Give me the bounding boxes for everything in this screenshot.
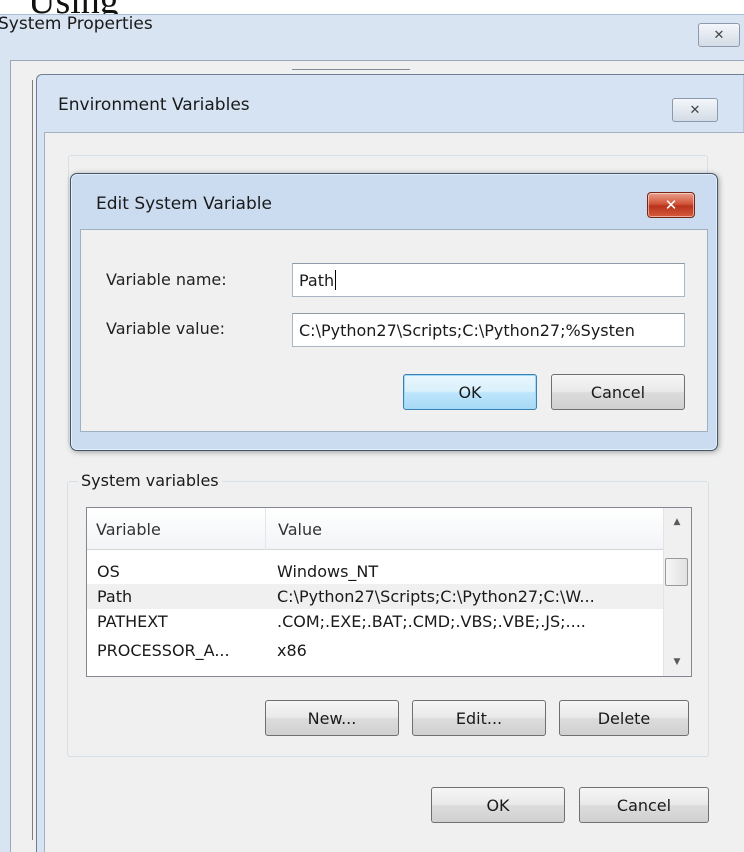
scroll-down-button[interactable]: ▼ [663, 648, 691, 676]
environment-cancel-button[interactable]: Cancel [579, 787, 709, 823]
close-icon: ✕ [713, 27, 725, 43]
edit-dialog-close-button[interactable]: ✕ [647, 192, 695, 218]
edit-ok-button[interactable]: OK [403, 374, 537, 410]
edit-cancel-button[interactable]: Cancel [551, 374, 685, 410]
edit-variable-button[interactable]: Edit... [412, 700, 546, 736]
value-cell: .COM;.EXE;.BAT;.CMD;.VBS;.VBE;.JS;.... [277, 612, 586, 631]
value-cell: C:\Python27\Scripts;C:\Python27;C:\W... [277, 587, 595, 606]
text-caret [335, 270, 337, 290]
new-variable-button[interactable]: New... [265, 700, 399, 736]
variable-cell: PROCESSOR_A... [97, 641, 230, 660]
scrollbar-thumb[interactable] [665, 558, 688, 586]
environment-variables-title: Environment Variables [58, 95, 250, 115]
variable-cell: OS [97, 562, 120, 581]
scroll-up-arrow-icon: ▲ [673, 517, 681, 527]
environment-ok-button[interactable]: OK [431, 787, 565, 823]
table-row[interactable]: PATHEXT .COM;.EXE;.BAT;.CMD;.VBS;.VBE;.J… [87, 609, 663, 634]
system-properties-close-button[interactable]: ✕ [698, 23, 740, 47]
variable-name-text: Path [299, 270, 335, 290]
variable-value-text: C:\Python27\Scripts;C:\Python27;%Systen [299, 320, 635, 340]
edit-dialog-title: Edit System Variable [96, 194, 272, 214]
variable-name-input[interactable]: Path [292, 263, 685, 297]
close-icon: ✕ [689, 102, 701, 118]
system-properties-title: System Properties [0, 14, 153, 34]
scroll-up-button[interactable]: ▲ [663, 508, 691, 536]
variable-value-input[interactable]: C:\Python27\Scripts;C:\Python27;%Systen [292, 313, 685, 347]
window-edge-line [32, 80, 33, 840]
table-row-selected[interactable]: Path C:\Python27\Scripts;C:\Python27;C:\… [87, 584, 663, 609]
close-icon: ✕ [664, 196, 678, 214]
delete-variable-button[interactable]: Delete [559, 700, 689, 736]
table-row[interactable]: OS Windows_NT [87, 559, 663, 584]
column-header-variable[interactable]: Variable [88, 508, 266, 550]
column-header-value[interactable]: Value [266, 508, 663, 550]
variable-value-label: Variable value: [106, 319, 225, 338]
variable-cell: Path [97, 587, 133, 606]
value-cell: Windows_NT [277, 562, 379, 581]
table-row[interactable]: PROCESSOR_A... x86 [87, 638, 663, 663]
scroll-down-arrow-icon: ▼ [673, 657, 681, 667]
value-cell: x86 [277, 641, 307, 660]
system-variables-label: System variables [78, 471, 222, 490]
variable-cell: PATHEXT [97, 612, 168, 631]
variable-name-label: Variable name: [106, 270, 227, 289]
environment-variables-close-button[interactable]: ✕ [672, 98, 718, 122]
